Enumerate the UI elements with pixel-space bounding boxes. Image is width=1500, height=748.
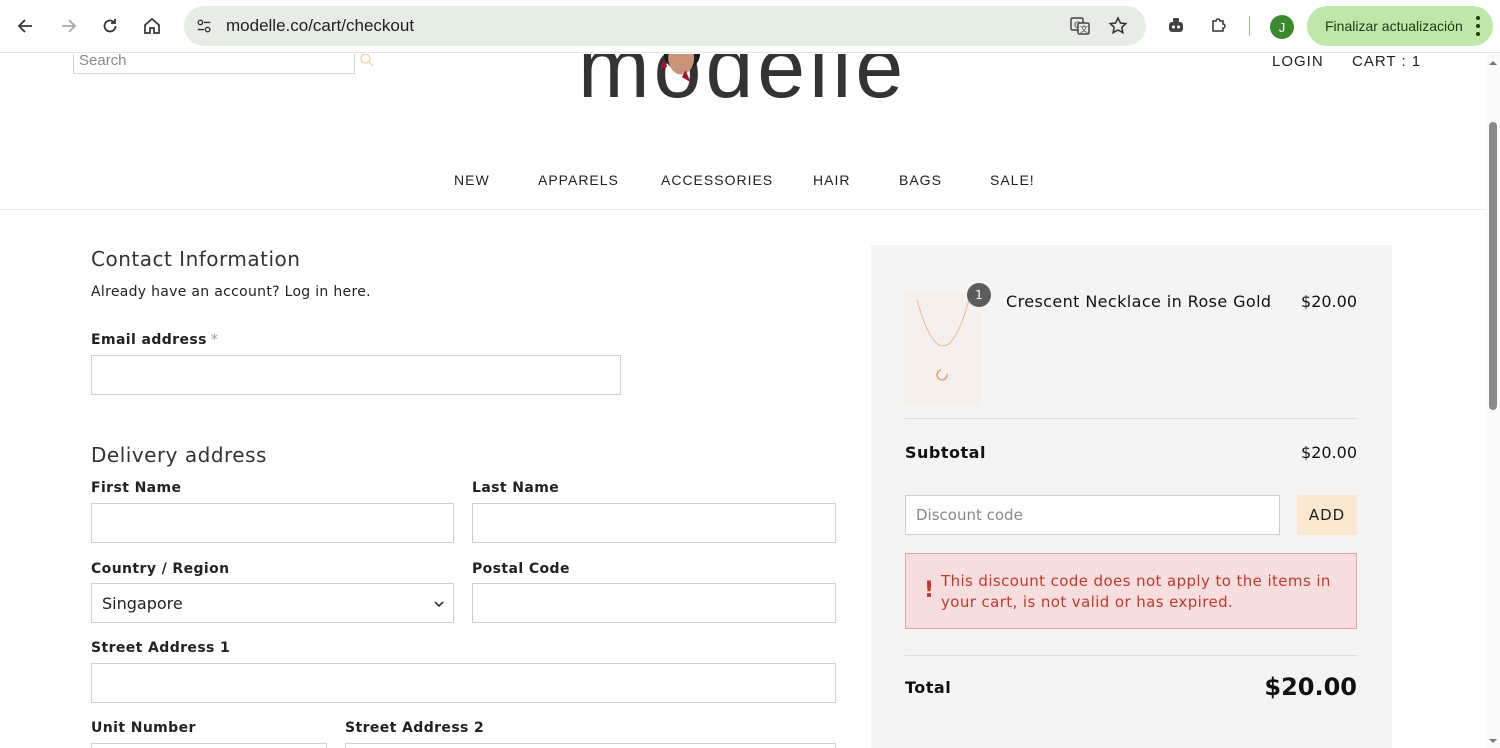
url-text[interactable]: modelle.co/cart/checkout bbox=[226, 16, 414, 36]
postal-code-field[interactable] bbox=[472, 583, 836, 623]
first-name-field[interactable] bbox=[91, 503, 454, 543]
subtotal-value: $20.00 bbox=[1301, 443, 1357, 462]
main-navigation: NEW APPARELS ACCESSORIES HAIR BAGS SALE! bbox=[0, 172, 1486, 192]
first-name-label: First Name bbox=[91, 480, 182, 496]
order-summary: 1 Crescent Necklace in Rose Gold $20.00 … bbox=[871, 245, 1392, 748]
bookmark-star-icon[interactable] bbox=[1106, 14, 1130, 38]
reload-icon[interactable] bbox=[94, 10, 126, 42]
summary-divider bbox=[905, 655, 1357, 656]
address-bar[interactable]: modelle.co/cart/checkout G文 bbox=[184, 6, 1146, 46]
country-select[interactable]: Singapore bbox=[91, 583, 454, 623]
quantity-badge: 1 bbox=[967, 283, 991, 307]
cart-link[interactable]: CART : 1 bbox=[1352, 54, 1421, 70]
scroll-up-arrow-icon[interactable] bbox=[1488, 58, 1498, 68]
email-field[interactable] bbox=[91, 355, 621, 395]
discount-error-alert: ! This discount code does not apply to t… bbox=[905, 553, 1357, 629]
toolbar-divider bbox=[1249, 16, 1250, 36]
logo-face-icon bbox=[659, 54, 701, 83]
unit-number-label: Unit Number bbox=[91, 720, 196, 736]
total-label: Total bbox=[905, 678, 952, 697]
nav-item-sale[interactable]: SALE! bbox=[990, 172, 1035, 188]
checkout-page: Search modelle LOGIN CART : 1 NEW APPARE… bbox=[0, 54, 1486, 748]
home-icon[interactable] bbox=[136, 10, 168, 42]
contact-info-title: Contact Information bbox=[91, 247, 301, 271]
nav-item-accessories[interactable]: ACCESSORIES bbox=[661, 172, 773, 188]
add-discount-button[interactable]: ADD bbox=[1297, 495, 1357, 535]
search-icon[interactable] bbox=[359, 54, 375, 68]
nav-item-hair[interactable]: HAIR bbox=[813, 172, 850, 188]
nav-item-bags[interactable]: BAGS bbox=[899, 172, 942, 188]
chevron-down-icon bbox=[434, 601, 444, 608]
logo-wordmark: modelle bbox=[578, 54, 908, 116]
street-address-2-field[interactable] bbox=[345, 743, 836, 748]
menu-kebab-icon[interactable] bbox=[1475, 16, 1481, 36]
country-label: Country / Region bbox=[91, 561, 230, 577]
nav-divider bbox=[0, 209, 1486, 210]
browser-toolbar: modelle.co/cart/checkout G文 J Finalizar … bbox=[0, 0, 1500, 53]
street-address-1-field[interactable] bbox=[91, 663, 836, 703]
product-name[interactable]: Crescent Necklace in Rose Gold bbox=[1006, 292, 1271, 311]
scrollbar-thumb[interactable] bbox=[1489, 122, 1497, 410]
nav-item-apparels[interactable]: APPARELS bbox=[538, 172, 619, 188]
extensions-puzzle-icon[interactable] bbox=[1206, 12, 1232, 38]
translate-icon[interactable]: G文 bbox=[1068, 14, 1092, 38]
last-name-label: Last Name bbox=[472, 480, 560, 496]
delivery-address-title: Delivery address bbox=[91, 443, 267, 467]
email-label-text: Email address bbox=[91, 332, 207, 348]
back-icon[interactable] bbox=[10, 10, 42, 42]
site-search-placeholder: Search bbox=[79, 54, 127, 69]
email-label: Email address * bbox=[91, 332, 218, 348]
update-browser-button[interactable]: Finalizar actualización bbox=[1307, 6, 1493, 46]
profile-avatar[interactable]: J bbox=[1270, 15, 1294, 39]
site-logo[interactable]: modelle bbox=[578, 54, 908, 116]
extension-robot-icon[interactable] bbox=[1163, 12, 1189, 38]
total-value: $20.00 bbox=[1264, 673, 1357, 701]
update-button-label: Finalizar actualización bbox=[1325, 18, 1463, 34]
nav-item-new[interactable]: NEW bbox=[454, 172, 490, 188]
unit-number-field[interactable] bbox=[91, 743, 327, 748]
country-value: Singapore bbox=[102, 593, 183, 613]
svg-text:文: 文 bbox=[1080, 24, 1088, 34]
street-address-2-label: Street Address 2 bbox=[345, 720, 485, 736]
product-thumbnail[interactable] bbox=[905, 292, 982, 406]
subtotal-label: Subtotal bbox=[905, 443, 986, 462]
discount-code-input[interactable]: Discount code bbox=[905, 495, 1280, 535]
scroll-down-arrow-icon[interactable] bbox=[1488, 736, 1498, 746]
site-search-input[interactable]: Search bbox=[73, 54, 355, 74]
forward-icon[interactable] bbox=[52, 10, 84, 42]
summary-divider bbox=[905, 418, 1357, 419]
discount-placeholder: Discount code bbox=[916, 506, 1023, 524]
login-prompt-link[interactable]: Already have an account? Log in here. bbox=[91, 284, 371, 300]
login-link[interactable]: LOGIN bbox=[1272, 54, 1324, 70]
error-exclamation-icon: ! bbox=[924, 578, 935, 603]
postal-code-label: Postal Code bbox=[472, 561, 570, 577]
page-scrollbar[interactable] bbox=[1486, 54, 1500, 748]
last-name-field[interactable] bbox=[472, 503, 836, 543]
discount-error-message: This discount code does not apply to the… bbox=[941, 572, 1331, 611]
site-settings-icon[interactable] bbox=[192, 14, 216, 38]
street-address-1-label: Street Address 1 bbox=[91, 640, 231, 656]
product-price: $20.00 bbox=[1301, 292, 1357, 311]
required-mark: * bbox=[210, 332, 219, 348]
necklace-image-icon bbox=[916, 299, 970, 381]
